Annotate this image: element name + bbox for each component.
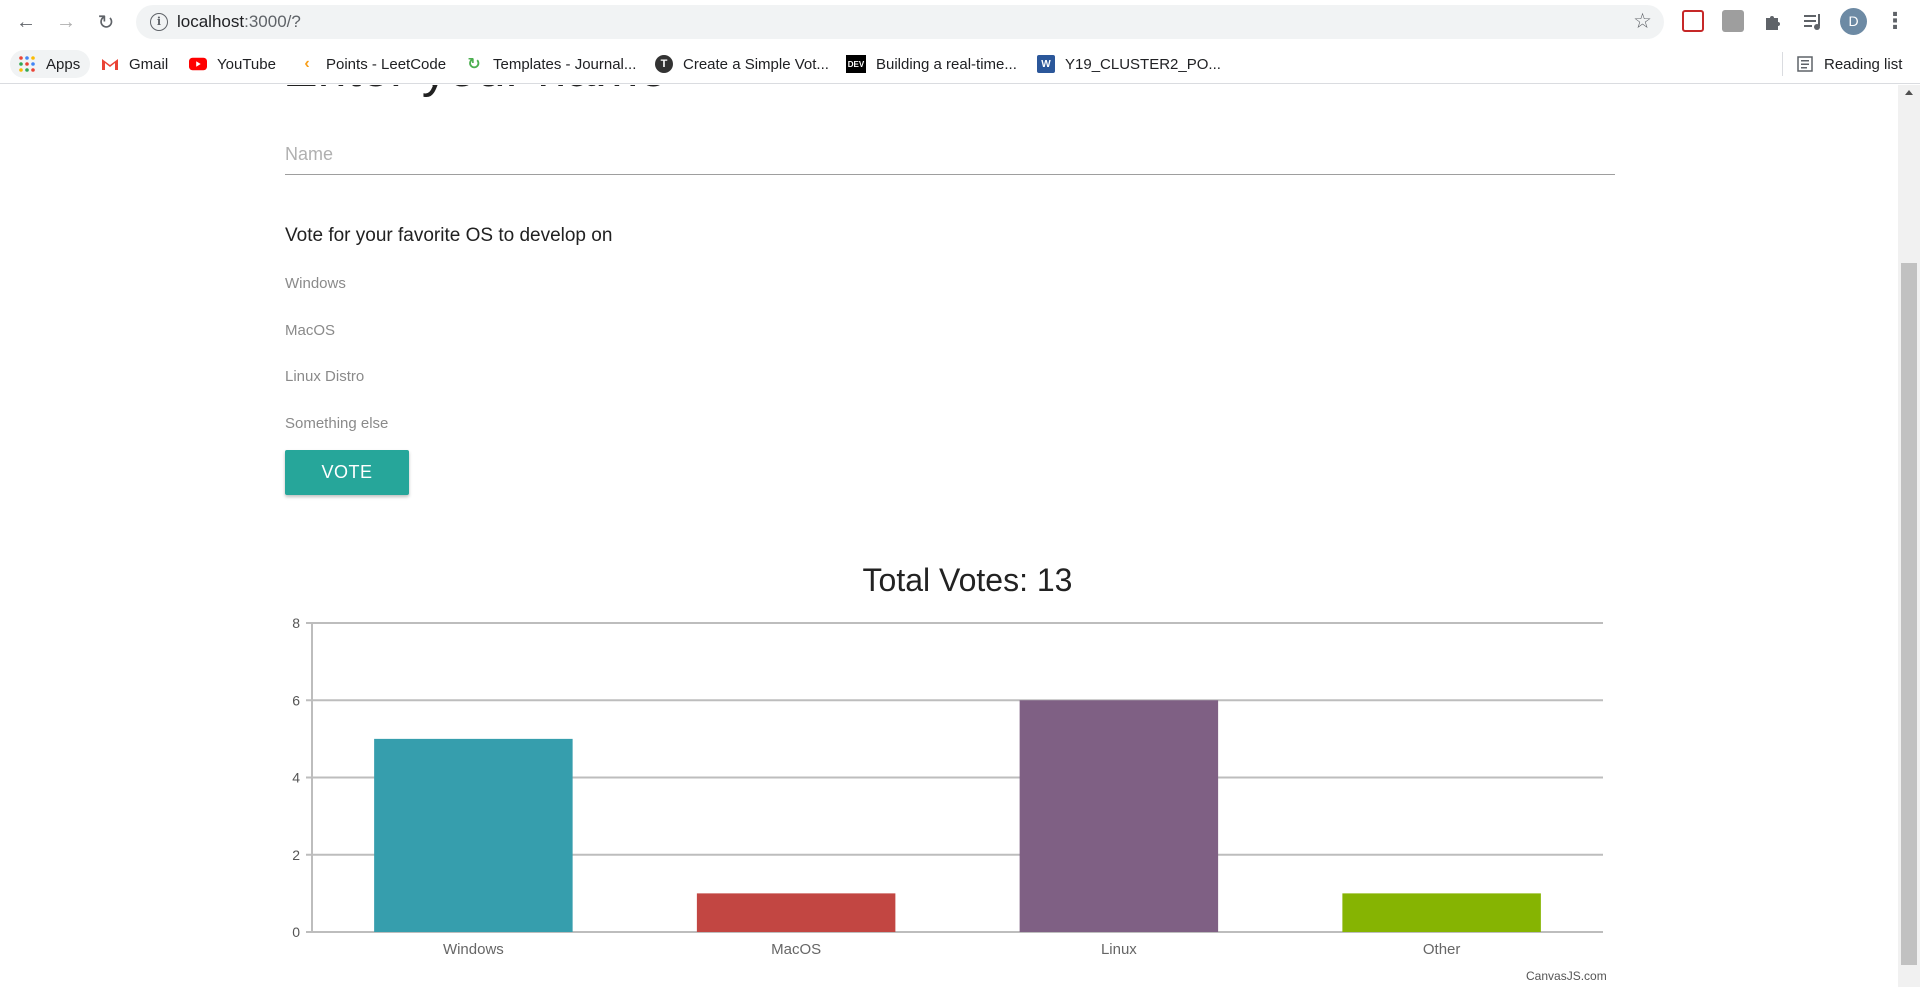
site-info-icon[interactable]: i [150, 13, 168, 31]
browser-menu-icon[interactable]: ⋮ [1884, 8, 1906, 36]
forward-icon[interactable]: → [52, 8, 80, 36]
back-icon[interactable]: ← [12, 8, 40, 36]
url-path: :3000/? [244, 12, 301, 31]
bookmark-youtube[interactable]: YouTube [189, 50, 276, 78]
apps-grid-icon [18, 55, 36, 73]
y-tick-label: 0 [292, 924, 300, 940]
y-tick-label: 2 [292, 847, 300, 863]
dev-icon: DEV [846, 55, 866, 73]
bookmark-simple-vote[interactable]: T Create a Simple Vot... [655, 50, 829, 78]
browser-toolbar: ← → ↻ i localhost:3000/? ☆ D ⋮ [0, 0, 1920, 44]
bookmark-apps[interactable]: Apps [10, 50, 91, 78]
x-tick-label: Other [1423, 941, 1461, 958]
bookmark-label: Points - LeetCode [326, 55, 447, 73]
chart-credit[interactable]: CanvasJS.com [1526, 969, 1607, 983]
bookmark-leetcode[interactable]: ‹ Points - LeetCode [298, 50, 446, 78]
x-tick-label: MacOS [771, 941, 821, 958]
reading-list-label: Reading list [1824, 55, 1903, 73]
extension-icon[interactable] [1722, 10, 1744, 32]
journal-icon: ↻ [467, 56, 481, 73]
bar-linux [1019, 700, 1219, 932]
votes-chart: Total Votes: 13 0 2 4 6 8 Windows MacOS Linux Oth… [292, 562, 1603, 958]
address-bar[interactable]: i localhost:3000/? ☆ [136, 5, 1664, 39]
bookmark-real-time[interactable]: DEV Building a real-time... [846, 50, 1017, 78]
youtube-icon [189, 55, 207, 73]
url-text[interactable]: localhost:3000/? [177, 12, 301, 32]
page-viewport: Enter your name Vote for your favorite O… [0, 85, 1898, 987]
leetcode-icon: ‹ [304, 55, 310, 72]
profile-avatar[interactable]: D [1840, 8, 1867, 35]
site-icon: T [655, 55, 673, 73]
reading-list[interactable]: Reading list [1796, 50, 1902, 78]
bookmark-label: Building a real-time... [876, 55, 1017, 73]
scroll-up-arrow-icon[interactable] [1905, 90, 1913, 95]
bookmark-label: Templates - Journal... [493, 55, 637, 73]
word-icon: W [1037, 55, 1055, 73]
bookmark-gmail[interactable]: Gmail [101, 50, 168, 78]
bookmarks-bar: Apps Gmail YouTube ‹ Points - LeetCode ↻… [0, 44, 1920, 84]
bookmark-word-doc[interactable]: W Y19_CLUSTER2_PO... [1037, 50, 1221, 78]
url-host: localhost [177, 12, 245, 31]
extension-icon[interactable] [1682, 10, 1704, 32]
y-tick-label: 6 [292, 692, 300, 708]
bookmark-label: Y19_CLUSTER2_PO... [1065, 55, 1221, 73]
y-tick-label: 8 [292, 615, 300, 631]
gmail-icon [101, 55, 119, 73]
bookmarks-divider [1782, 52, 1783, 76]
bookmark-templates[interactable]: ↻ Templates - Journal... [465, 50, 636, 78]
scrollbar-thumb[interactable] [1901, 263, 1917, 965]
bar-macos [696, 893, 896, 932]
x-tick-label: Windows [443, 941, 504, 958]
page-scrollbar[interactable] [1898, 85, 1920, 987]
extensions-puzzle-icon[interactable] [1762, 10, 1784, 32]
reading-list-icon [1796, 55, 1814, 73]
y-tick-label: 4 [292, 770, 300, 786]
bookmark-star-icon[interactable]: ☆ [1633, 9, 1652, 34]
bookmark-label: Create a Simple Vot... [683, 55, 829, 73]
media-control-icon[interactable] [1802, 10, 1824, 32]
bookmark-label: Apps [46, 55, 81, 73]
bookmark-label: Gmail [129, 55, 169, 73]
bar-windows [374, 738, 573, 932]
reload-icon[interactable]: ↻ [92, 8, 120, 36]
bookmark-label: YouTube [217, 55, 276, 73]
chart-title: Total Votes: 13 [863, 562, 1073, 598]
bar-other [1342, 893, 1541, 932]
x-tick-label: Linux [1101, 941, 1137, 958]
